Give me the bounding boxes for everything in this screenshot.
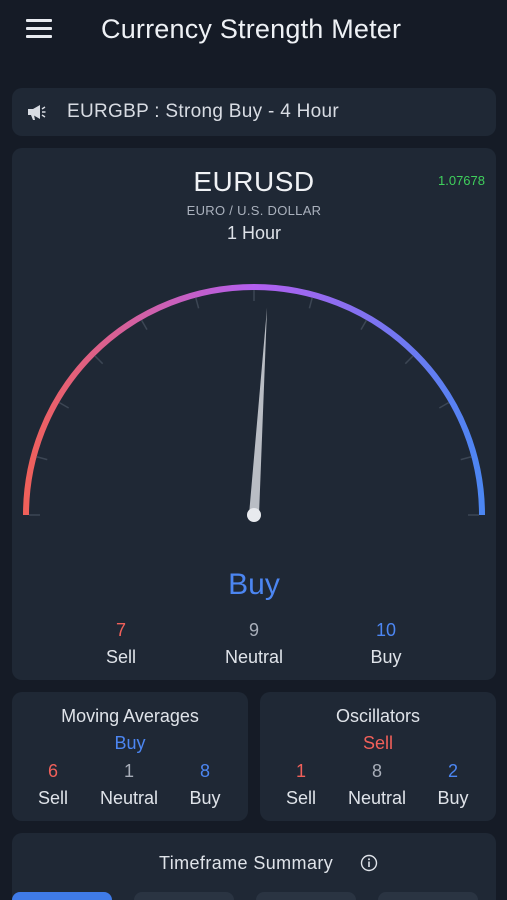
- signal-banner[interactable]: EURGBP : Strong Buy - 4 Hour: [12, 88, 496, 136]
- gauge-tick: [438, 401, 450, 409]
- osc-neutral-count: 8: [371, 761, 382, 781]
- oscillators-title: Oscillators: [335, 706, 420, 726]
- timeframe-tab-2[interactable]: [134, 892, 234, 900]
- pair-price: 1.07678: [438, 173, 485, 188]
- moving-averages-title: Moving Averages: [61, 706, 199, 726]
- overall-verdict: Buy: [228, 568, 280, 601]
- osc-neutral-label: Neutral: [347, 788, 407, 808]
- timeframe-summary-title: Timeframe Summary: [159, 853, 334, 873]
- osc-buy-count: 2: [447, 761, 458, 781]
- timeframe-summary-card: Timeframe Summary: [12, 833, 496, 900]
- sell-count: 7: [115, 620, 126, 640]
- sell-label: Sell: [105, 647, 136, 667]
- gauge-tick: [58, 401, 70, 409]
- ma-sell-label: Sell: [37, 788, 68, 808]
- buy-label: Buy: [370, 647, 402, 667]
- gauge-card: EURUSD 1.07678 EURO / U.S. DOLLAR 1 Hour…: [12, 148, 496, 680]
- banner-text: EURGBP : Strong Buy - 4 Hour: [67, 101, 340, 122]
- osc-sell-count: 1: [295, 761, 306, 781]
- oscillators-card[interactable]: Oscillators Sell 1 8 2 Sell Neutral Buy: [260, 692, 496, 821]
- info-icon[interactable]: [360, 854, 378, 872]
- gauge-tick: [460, 456, 472, 461]
- moving-averages-verdict: Buy: [114, 733, 146, 753]
- oscillators-verdict: Sell: [362, 733, 393, 753]
- osc-sell-label: Sell: [285, 788, 316, 808]
- app-bar: Currency Strength Meter: [0, 0, 507, 62]
- needle-hub: [247, 508, 261, 522]
- osc-buy-label: Buy: [437, 788, 469, 808]
- neutral-count: 9: [248, 620, 259, 640]
- ma-sell-count: 6: [47, 761, 58, 781]
- buy-count: 10: [375, 620, 397, 640]
- ma-buy-count: 8: [199, 761, 210, 781]
- timeframe-tab-1[interactable]: [12, 892, 112, 900]
- moving-averages-card[interactable]: Moving Averages Buy 6 1 8 Sell Neutral B…: [12, 692, 248, 821]
- ma-neutral-label: Neutral: [99, 788, 159, 808]
- pair-description: EURO / U.S. DOLLAR: [186, 203, 322, 218]
- neutral-label: Neutral: [224, 647, 284, 667]
- gauge-tick: [360, 319, 368, 331]
- pair-timeframe: 1 Hour: [226, 223, 282, 243]
- gauge-needle: [249, 307, 268, 516]
- gauge-tick: [94, 355, 104, 365]
- timeframe-tab-4[interactable]: [378, 892, 478, 900]
- gauge-tick: [140, 319, 148, 331]
- megaphone-icon: [28, 105, 46, 120]
- ma-buy-label: Buy: [189, 788, 221, 808]
- timeframe-tab-3[interactable]: [256, 892, 356, 900]
- hamburger-menu-icon[interactable]: [26, 19, 52, 39]
- app-title: Currency Strength Meter: [101, 14, 402, 44]
- gauge-tick: [195, 297, 200, 309]
- gauge-tick: [36, 456, 48, 461]
- pair-name: EURUSD: [193, 166, 315, 197]
- gauge-tick: [404, 355, 414, 365]
- gauge-tick: [308, 297, 313, 309]
- ma-neutral-count: 1: [123, 761, 134, 781]
